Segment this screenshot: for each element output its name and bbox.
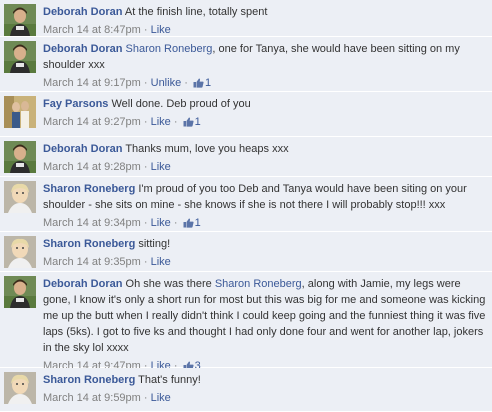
like-button[interactable]: Like: [151, 392, 171, 404]
author-link[interactable]: Deborah Doran: [43, 278, 122, 290]
comment-meta: March 14 at 9:27pm · Like · 1: [43, 114, 486, 132]
timestamp[interactable]: March 14 at 9:28pm: [43, 161, 141, 173]
comment-feed: Deborah Doran At the finish line, totall…: [0, 0, 492, 412]
comment-text-prefix: Oh she was there: [125, 278, 215, 290]
comment-meta: March 14 at 9:17pm · Unlike · 1: [43, 75, 486, 93]
comment-meta: March 14 at 9:35pm · Like: [43, 254, 486, 270]
comment-body: Deborah Doran Sharon Roneberg, one for T…: [43, 41, 486, 93]
avatar[interactable]: [4, 41, 36, 73]
like-count[interactable]: 1: [195, 217, 201, 229]
separator-dot: ·: [181, 77, 191, 89]
like-button[interactable]: Like: [151, 217, 171, 229]
avatar[interactable]: [4, 276, 36, 308]
comment: Sharon Roneberg That's funny! March 14 at…: [0, 368, 492, 412]
separator-dot: ·: [140, 217, 151, 229]
comment-text: Well done. Deb proud of you: [111, 98, 251, 110]
like-button[interactable]: Like: [151, 161, 171, 173]
author-link[interactable]: Sharon Roneberg: [43, 238, 135, 250]
comment-text: At the finish line, totally spent: [124, 6, 268, 18]
comment-text: Thanks mum, love you heaps xxx: [125, 143, 289, 155]
separator-dot: ·: [140, 77, 151, 89]
comment-text: That's funny!: [138, 374, 201, 386]
like-button[interactable]: Like: [151, 256, 171, 268]
separator-dot: ·: [140, 392, 151, 404]
comment-body: Sharon Roneberg I'm proud of you too Deb…: [43, 181, 486, 233]
avatar[interactable]: [4, 96, 36, 128]
comment-body: Deborah Doran At the finish line, totall…: [43, 4, 486, 38]
separator-dot: ·: [140, 116, 151, 128]
like-button[interactable]: Like: [151, 24, 171, 36]
comment: Deborah Doran Thanks mum, love you heaps…: [0, 137, 492, 177]
separator-dot: ·: [170, 116, 181, 128]
comment-content: Fay Parsons Well done. Deb proud of you: [43, 96, 486, 112]
avatar[interactable]: [4, 181, 36, 213]
separator-dot: ·: [140, 24, 151, 36]
comment-content: Sharon Roneberg sitting!: [43, 236, 486, 252]
comment-body: Deborah Doran Thanks mum, love you heaps…: [43, 141, 486, 175]
avatar[interactable]: [4, 141, 36, 173]
author-link[interactable]: Sharon Roneberg: [43, 183, 135, 195]
comment-meta: March 14 at 8:47pm · Like: [43, 22, 486, 38]
thumbs-up-icon[interactable]: [183, 116, 194, 132]
like-button[interactable]: Like: [151, 116, 171, 128]
thumbs-up-icon[interactable]: [193, 77, 204, 93]
comment: Deborah Doran Sharon Roneberg, one for T…: [0, 37, 492, 92]
comment: Sharon Roneberg I'm proud of you too Deb…: [0, 177, 492, 232]
separator-dot: ·: [140, 161, 151, 173]
like-count[interactable]: 1: [205, 77, 211, 89]
comment-content: Deborah Doran At the finish line, totall…: [43, 4, 486, 20]
comment-content: Sharon Roneberg That's funny!: [43, 372, 486, 388]
comment-meta: March 14 at 9:28pm · Like: [43, 159, 486, 175]
avatar[interactable]: [4, 236, 36, 268]
timestamp[interactable]: March 14 at 9:17pm: [43, 77, 141, 89]
comment-content: Sharon Roneberg I'm proud of you too Deb…: [43, 181, 486, 213]
author-link[interactable]: Deborah Doran: [43, 43, 122, 55]
author-link[interactable]: Fay Parsons: [43, 98, 108, 110]
mention-link[interactable]: Sharon Roneberg: [215, 278, 302, 290]
comment-body: Sharon Roneberg sitting! March 14 at 9:35…: [43, 236, 486, 270]
comment: Deborah Doran Oh she was there Sharon Ro…: [0, 272, 492, 372]
like-count[interactable]: 1: [195, 116, 201, 128]
separator-dot: ·: [140, 256, 151, 268]
comment-body: Sharon Roneberg That's funny! March 14 at…: [43, 372, 486, 406]
comment-content: Deborah Doran Sharon Roneberg, one for T…: [43, 41, 486, 73]
comment-body: Fay Parsons Well done. Deb proud of you M…: [43, 96, 486, 132]
comment: Sharon Roneberg sitting! March 14 at 9:35…: [0, 232, 492, 272]
timestamp[interactable]: March 14 at 9:35pm: [43, 256, 141, 268]
timestamp[interactable]: March 14 at 9:59pm: [43, 392, 141, 404]
comment-text: sitting!: [138, 238, 171, 250]
like-button[interactable]: Unlike: [151, 77, 182, 89]
avatar[interactable]: [4, 372, 36, 404]
timestamp[interactable]: March 14 at 8:47pm: [43, 24, 141, 36]
author-link[interactable]: Sharon Roneberg: [43, 374, 135, 386]
separator-dot: ·: [170, 217, 181, 229]
comment-content: Deborah Doran Oh she was there Sharon Ro…: [43, 276, 486, 356]
timestamp[interactable]: March 14 at 9:27pm: [43, 116, 141, 128]
comment: Fay Parsons Well done. Deb proud of you M…: [0, 92, 492, 137]
comment-meta: March 14 at 9:59pm · Like: [43, 390, 486, 406]
avatar[interactable]: [4, 4, 36, 36]
mention-link[interactable]: Sharon Roneberg: [126, 43, 213, 55]
author-link[interactable]: Deborah Doran: [43, 6, 122, 18]
comment-meta: March 14 at 9:34pm · Like · 1: [43, 215, 486, 233]
author-link[interactable]: Deborah Doran: [43, 143, 122, 155]
comment-body: Deborah Doran Oh she was there Sharon Ro…: [43, 276, 486, 376]
timestamp[interactable]: March 14 at 9:34pm: [43, 217, 141, 229]
comment-content: Deborah Doran Thanks mum, love you heaps…: [43, 141, 486, 157]
thumbs-up-icon[interactable]: [183, 217, 194, 233]
comment: Deborah Doran At the finish line, totall…: [0, 0, 492, 37]
